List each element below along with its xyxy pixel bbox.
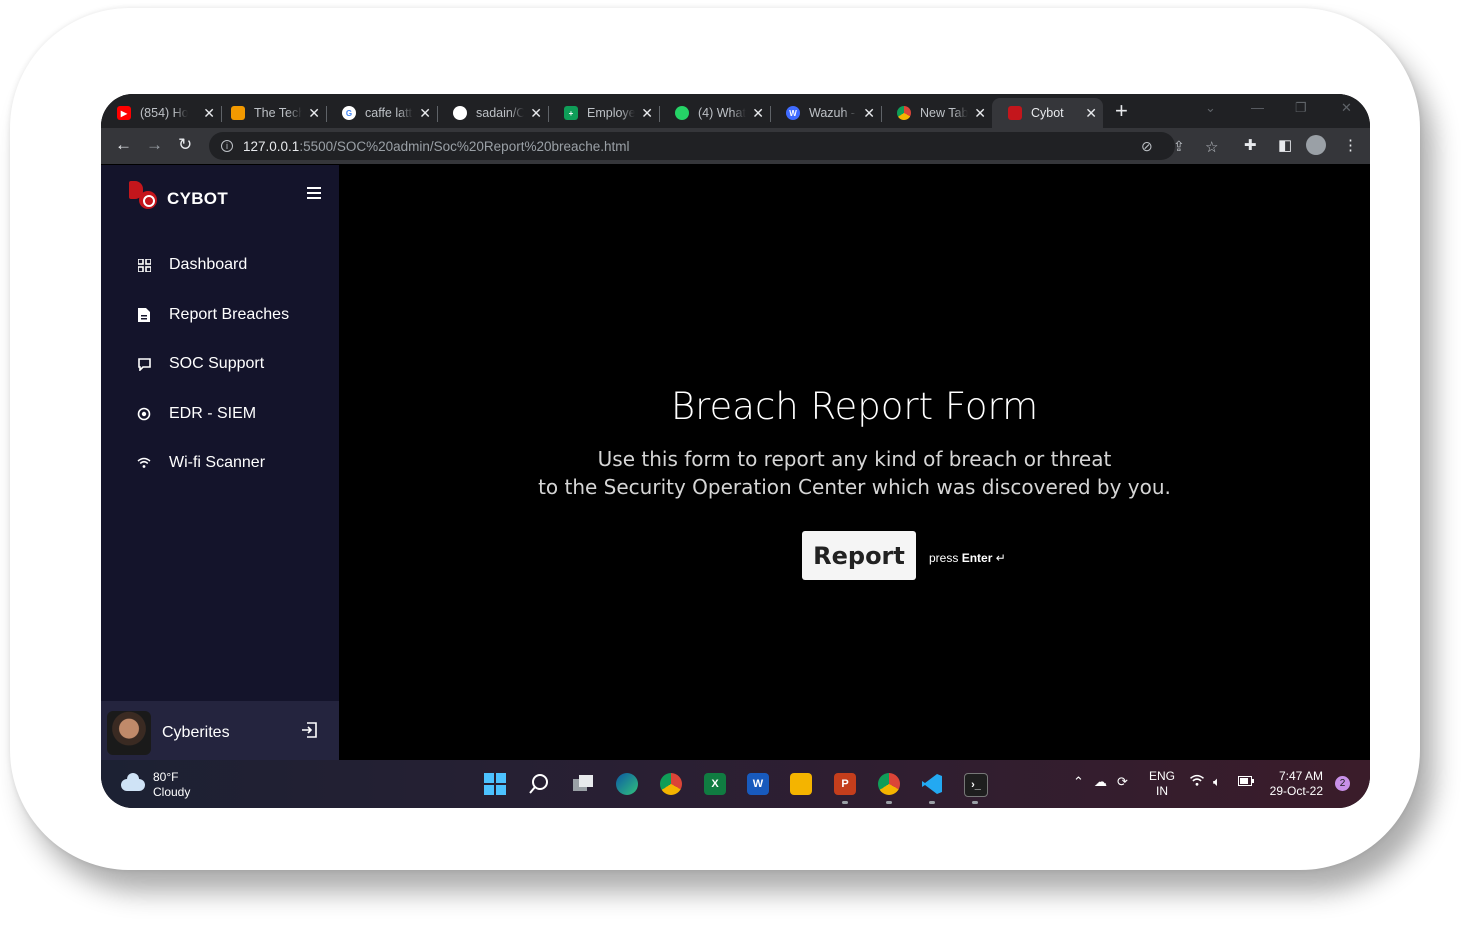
tab-thetech[interactable]: The Tech ✕	[215, 98, 327, 128]
close-icon[interactable]: ✕	[530, 105, 542, 121]
cloud-icon	[121, 773, 145, 791]
running-indicator	[842, 801, 848, 804]
tab-youtube[interactable]: ▶ (854) Ho ✕	[101, 98, 222, 128]
chrome-profile-icon[interactable]	[878, 773, 900, 795]
close-icon[interactable]: ✕	[641, 105, 653, 121]
bookmark-star-icon[interactable]: ☆	[1205, 138, 1218, 156]
google-icon: G	[342, 106, 356, 120]
close-icon[interactable]: ✕	[974, 105, 986, 121]
profile-avatar[interactable]	[1306, 135, 1326, 155]
battery-icon[interactable]	[1238, 774, 1254, 789]
close-icon[interactable]: ✕	[752, 105, 764, 121]
sidebar-item-wifi-scanner[interactable]: Wi-fi Scanner	[137, 454, 265, 472]
wifi-icon	[137, 456, 151, 470]
edge-icon[interactable]	[616, 773, 638, 795]
running-indicator	[886, 801, 892, 804]
chrome-icon	[897, 106, 911, 120]
avatar[interactable]	[107, 711, 151, 755]
sidebar: CYBOT Dashboard Report Breaches SOC Supp…	[101, 165, 339, 760]
tab-wazuh[interactable]: W Wazuh - ✕	[770, 98, 882, 128]
address-bar[interactable]: i 127.0.0.1:5500/SOC%20admin/Soc%20Repor…	[209, 132, 1218, 160]
word-icon[interactable]: W	[747, 773, 769, 795]
hamburger-menu-icon[interactable]	[307, 187, 321, 202]
language-indicator[interactable]: ENG IN	[1149, 769, 1175, 799]
tab-google[interactable]: G caffe latt ✕	[326, 98, 438, 128]
restore-icon[interactable]: ❐	[1295, 100, 1307, 116]
enter-key-icon: ↵	[995, 551, 1006, 565]
tab-search-icon[interactable]: ⌄	[1205, 100, 1216, 116]
menu-dots-icon[interactable]: ⋮	[1343, 136, 1358, 154]
brand-logo[interactable]: CYBOT	[129, 181, 228, 211]
task-view-icon[interactable]	[572, 773, 594, 795]
windows-start-icon[interactable]	[484, 773, 506, 795]
close-icon[interactable]: ✕	[203, 105, 215, 121]
sheets-icon: +	[564, 106, 578, 120]
enter-hint: press Enter ↵	[929, 551, 1006, 565]
window-close-icon[interactable]: ✕	[1341, 100, 1352, 116]
close-icon[interactable]: ✕	[863, 105, 875, 121]
tab-whatsapp[interactable]: (4) What ✕	[659, 98, 771, 128]
running-indicator	[972, 801, 978, 804]
sidebar-item-edr-siem[interactable]: EDR - SIEM	[137, 405, 256, 423]
document-icon	[137, 308, 151, 322]
minimize-icon[interactable]: —	[1251, 100, 1264, 115]
browser-toolbar: ← → ↻ i 127.0.0.1:5500/SOC%20admin/Soc%2…	[101, 128, 1370, 164]
close-icon[interactable]: ✕	[308, 105, 320, 121]
tab-newtab[interactable]: New Tab ✕	[881, 98, 992, 128]
logout-icon[interactable]	[301, 722, 317, 738]
whatsapp-icon	[675, 106, 689, 120]
cybot-icon	[1008, 106, 1022, 120]
search-icon[interactable]	[528, 773, 550, 795]
chrome-icon[interactable]	[660, 773, 682, 795]
info-icon[interactable]: i	[221, 140, 233, 152]
notification-badge[interactable]: 2	[1335, 776, 1350, 791]
excel-icon[interactable]: X	[704, 773, 726, 795]
powerpoint-icon[interactable]: P	[834, 773, 856, 795]
tab-cybot[interactable]: Cybot ✕	[992, 98, 1103, 128]
chat-icon	[137, 357, 151, 371]
vscode-icon[interactable]	[921, 773, 943, 795]
screen: ▶ (854) Ho ✕ The Tech ✕ G caffe latt ✕ s…	[101, 94, 1370, 808]
sidebar-item-soc-support[interactable]: SOC Support	[137, 355, 264, 373]
sidebar-item-dashboard[interactable]: Dashboard	[137, 256, 247, 274]
grid-icon	[137, 258, 151, 272]
sync-icon[interactable]: ⟳	[1117, 774, 1128, 790]
youtube-icon: ▶	[117, 106, 131, 120]
radar-icon	[137, 407, 151, 421]
sidebar-item-report-breaches[interactable]: Report Breaches	[137, 306, 289, 324]
file-explorer-icon[interactable]	[790, 773, 812, 795]
page-title: Breach Report Form	[670, 385, 1039, 428]
share-icon[interactable]: ⇪	[1173, 138, 1185, 155]
report-button[interactable]: Report	[802, 531, 916, 580]
system-clock[interactable]: 7:47 AM 29-Oct-22	[1267, 769, 1323, 799]
onedrive-icon[interactable]: ☁	[1094, 774, 1107, 790]
back-icon[interactable]: ←	[115, 135, 132, 155]
tab-github[interactable]: sadain/C ✕	[437, 98, 549, 128]
wazuh-icon: W	[786, 106, 800, 120]
volume-muted-icon[interactable]: 🔈︎	[1213, 774, 1221, 790]
site-icon	[231, 106, 245, 120]
github-icon	[453, 106, 467, 120]
side-panel-icon[interactable]: ◧	[1278, 136, 1292, 154]
user-profile-bar: Cyberites	[101, 701, 339, 760]
tab-sheets[interactable]: + Employe ✕	[548, 98, 660, 128]
weather-widget[interactable]: 80°F Cloudy	[121, 770, 190, 800]
close-icon[interactable]: ✕	[1085, 105, 1097, 121]
extensions-icon[interactable]: ✚	[1244, 136, 1257, 154]
running-indicator	[929, 801, 935, 804]
eye-off-icon[interactable]: ⊘	[1141, 138, 1153, 155]
reload-icon[interactable]: ↻	[178, 135, 192, 155]
form-description: Use this form to report any kind of brea…	[538, 447, 1171, 499]
chevron-up-icon[interactable]: ⌃	[1073, 774, 1084, 790]
wifi-icon[interactable]	[1189, 774, 1205, 790]
forward-icon[interactable]: →	[146, 135, 163, 155]
cybot-logo-icon	[129, 181, 163, 211]
close-icon[interactable]: ✕	[419, 105, 431, 121]
taskbar: 80°F Cloudy X W P ›_ ⌃ ☁ ⟳ ENG IN 🔈︎ 7:4…	[101, 760, 1370, 808]
new-tab-button[interactable]: +	[1115, 99, 1128, 123]
main-content: Breach Report Form Use this form to repo…	[339, 165, 1370, 760]
terminal-icon[interactable]: ›_	[964, 773, 988, 797]
tab-strip: ▶ (854) Ho ✕ The Tech ✕ G caffe latt ✕ s…	[101, 94, 1370, 128]
